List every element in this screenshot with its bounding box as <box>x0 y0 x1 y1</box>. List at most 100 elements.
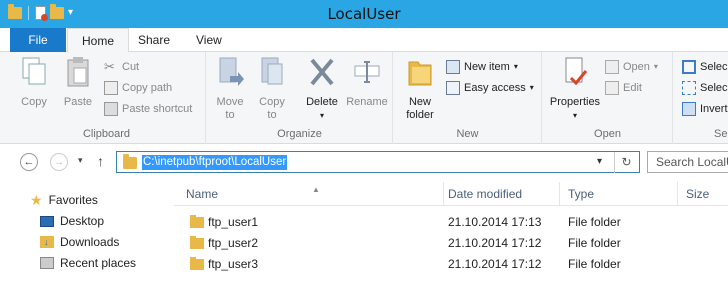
invert-selection-button[interactable]: Invert <box>682 100 728 118</box>
paste-shortcut-button[interactable]: Paste shortcut <box>104 100 192 118</box>
easy-access-label: Easy access <box>464 82 526 94</box>
folder-icon <box>190 212 204 233</box>
nav-item-favorites[interactable]: ★ Favorites <box>30 190 98 210</box>
move-to-label: Move <box>216 96 244 108</box>
table-row[interactable]: ftp_user1 21.10.2014 17:13 File folder <box>174 212 728 233</box>
file-type: File folder <box>568 257 621 271</box>
file-date: 21.10.2014 17:13 <box>448 215 542 229</box>
copy-button[interactable]: Copy <box>14 56 54 109</box>
nav-item-downloads[interactable]: ↓ Downloads <box>40 232 119 252</box>
address-bar[interactable]: C:\inetpub\ftproot\LocalUser ▾ <box>116 151 640 173</box>
select-none-button[interactable]: Selec <box>682 79 728 97</box>
new-item-button[interactable]: New item ▾ <box>446 58 518 76</box>
properties-label: Properties <box>549 96 601 108</box>
file-date: 21.10.2014 17:12 <box>448 236 542 250</box>
easy-access-icon <box>446 81 460 95</box>
downloads-icon: ↓ <box>40 236 54 248</box>
address-dropdown-chevron-icon[interactable]: ▾ <box>597 156 602 167</box>
file-list-header: Name ▲ Date modified Type Size <box>174 182 728 206</box>
select-group-label: Se <box>714 128 728 140</box>
column-header-date[interactable]: Date modified <box>440 182 560 206</box>
window-title: LocalUser <box>327 5 401 23</box>
back-arrow-icon: ← <box>23 156 35 168</box>
nav-item-desktop[interactable]: Desktop <box>40 211 104 231</box>
invert-selection-label: Invert <box>700 103 728 115</box>
address-row: ← → ▾ ↑ C:\inetpub\ftproot\LocalUser ▾ ↻… <box>0 145 728 179</box>
copy-label: Copy <box>21 96 47 108</box>
nav-label: Downloads <box>60 235 120 249</box>
file-name: ftp_user2 <box>208 236 259 250</box>
cut-button[interactable]: ✂ Cut <box>104 58 139 76</box>
copy-to-button[interactable]: Copy to <box>253 56 291 122</box>
file-type: File folder <box>568 215 621 229</box>
new-item-icon <box>446 60 460 74</box>
properties-button[interactable]: Properties ▾ <box>545 56 605 122</box>
table-row[interactable]: ftp_user3 21.10.2014 17:12 File folder <box>174 254 728 275</box>
folder-icon <box>190 254 204 275</box>
select-all-label: Selec <box>700 61 728 73</box>
invert-selection-icon <box>682 102 696 116</box>
rename-button[interactable]: Rename <box>345 56 389 109</box>
nav-label: Favorites <box>48 193 98 207</box>
folder-icon <box>123 154 137 169</box>
search-input[interactable]: Search LocalU <box>647 151 728 173</box>
nav-item-recent-places[interactable]: Recent places <box>40 253 136 273</box>
cut-label: Cut <box>122 61 140 73</box>
copy-path-button[interactable]: Copy path <box>104 79 172 97</box>
open-icon <box>605 60 619 74</box>
delete-dropdown-chevron-icon[interactable]: ▾ <box>301 109 343 122</box>
new-item-label: New item <box>464 61 510 73</box>
copy-icon <box>22 57 46 85</box>
delete-button[interactable]: Delete ▾ <box>301 56 343 122</box>
move-to-icon <box>219 57 244 86</box>
table-row[interactable]: ftp_user2 21.10.2014 17:12 File folder <box>174 233 728 254</box>
back-button[interactable]: ← <box>20 153 38 171</box>
tab-share[interactable]: Share <box>124 28 184 52</box>
tab-home[interactable]: Home <box>67 28 130 53</box>
new-group: New folder New item ▾ Easy access ▾ New <box>394 52 542 144</box>
new-folder-icon <box>408 61 432 86</box>
open-group-label: Open <box>594 128 621 140</box>
paste-icon <box>67 57 89 87</box>
organize-group: Move to Copy to Delete ▾ Rename Organize <box>207 52 393 144</box>
recent-places-icon <box>40 257 54 269</box>
sort-ascending-icon: ▲ <box>312 185 320 194</box>
properties-chevron-icon[interactable]: ▾ <box>545 109 605 122</box>
file-type: File folder <box>568 236 621 250</box>
organize-group-label: Organize <box>277 128 322 140</box>
new-folder-label: New <box>408 96 431 108</box>
new-folder-label-2: folder <box>406 109 434 121</box>
up-arrow-icon[interactable]: ↑ <box>97 153 104 169</box>
move-to-button[interactable]: Move to <box>211 56 249 122</box>
open-label: Open <box>623 61 650 73</box>
address-path[interactable]: C:\inetpub\ftproot\LocalUser <box>142 155 288 170</box>
column-header-type[interactable]: Type <box>560 182 678 206</box>
tab-view[interactable]: View <box>182 28 236 52</box>
paste-label: Paste <box>63 96 93 108</box>
easy-access-button[interactable]: Easy access ▾ <box>446 79 534 97</box>
new-folder-button[interactable]: New folder <box>400 56 440 122</box>
edit-icon <box>605 81 619 95</box>
tab-file[interactable]: File <box>10 28 66 52</box>
refresh-button[interactable]: ↻ <box>614 152 638 173</box>
refresh-icon: ↻ <box>621 155 632 169</box>
select-none-icon <box>682 81 696 95</box>
edit-button[interactable]: Edit <box>605 79 642 97</box>
open-group: Properties ▾ Open ▾ Edit Open <box>543 52 673 144</box>
copy-to-icon <box>261 57 283 85</box>
open-chevron-icon: ▾ <box>653 62 658 71</box>
edit-label: Edit <box>623 82 642 94</box>
select-all-button[interactable]: Selec <box>682 58 728 76</box>
delete-label: Delete <box>306 96 338 108</box>
column-header-size[interactable]: Size <box>678 182 728 206</box>
column-name-label: Name <box>186 187 219 201</box>
copy-path-label: Copy path <box>122 82 173 94</box>
forward-button[interactable]: → <box>50 153 68 171</box>
rename-label: Rename <box>346 96 388 108</box>
recent-locations-chevron-icon[interactable]: ▾ <box>78 155 83 166</box>
open-button[interactable]: Open ▾ <box>605 58 658 76</box>
paste-button[interactable]: Paste <box>58 56 98 109</box>
column-header-name[interactable]: Name ▲ <box>178 182 444 206</box>
move-to-label-2: to <box>225 109 235 121</box>
file-name: ftp_user3 <box>208 257 259 271</box>
